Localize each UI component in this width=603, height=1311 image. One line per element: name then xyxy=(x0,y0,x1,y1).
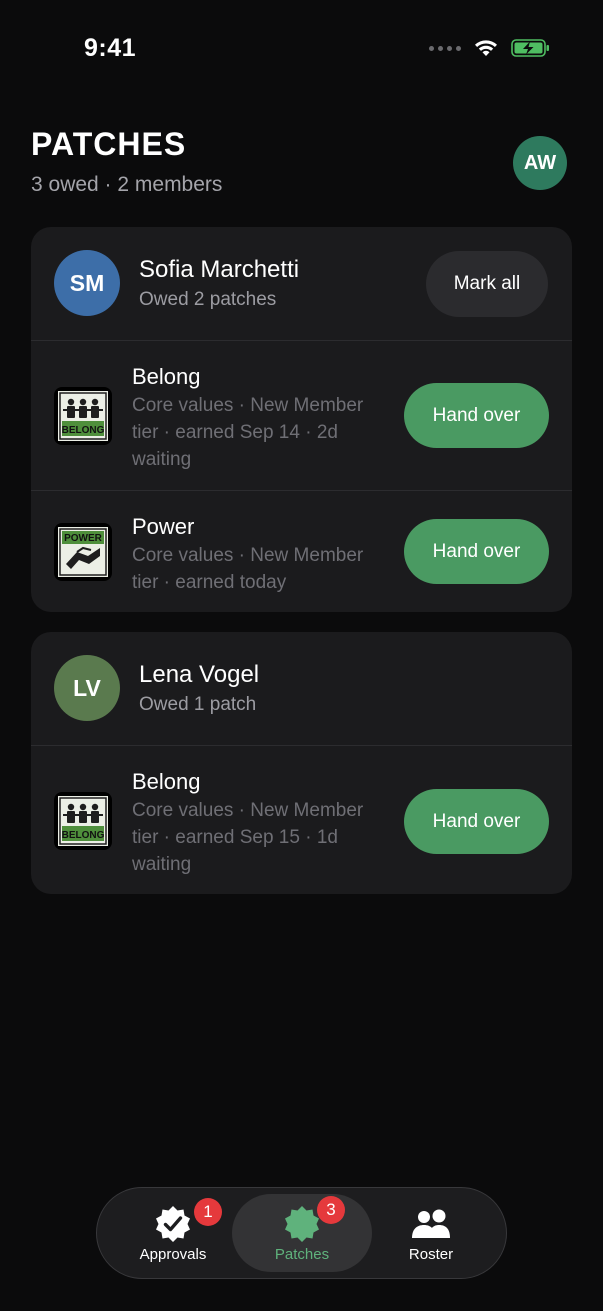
member-owed-count: Owed 2 patches xyxy=(139,289,277,310)
member-avatar: LV xyxy=(54,655,120,721)
bottom-tab-bar: 1 Approvals 3 Patches Roster xyxy=(96,1187,507,1279)
tab-patches[interactable]: 3 Patches xyxy=(232,1194,372,1272)
patch-detail: Core values · New Member tier · earned S… xyxy=(132,395,364,470)
belong-patch-icon: BELONG xyxy=(54,387,112,445)
mark-all-button[interactable]: Mark all xyxy=(426,251,548,317)
patch-icon-text: BELONG xyxy=(62,830,105,841)
page-title: PATCHES xyxy=(31,126,187,162)
tab-roster[interactable]: Roster xyxy=(361,1194,501,1272)
patch-icon-text: BELONG xyxy=(62,425,105,436)
hand-over-button[interactable]: Hand over xyxy=(404,383,549,448)
member-header: LV Lena Vogel Owed 1 patch xyxy=(31,632,572,746)
member-card-sofia-marchetti: SM Sofia Marchetti Owed 2 patches Mark a… xyxy=(31,227,572,612)
patch-name: Belong xyxy=(132,769,201,794)
cellular-signal-icon xyxy=(429,45,461,51)
patch-row: BELONG Belong Core values · New Member t… xyxy=(31,746,572,894)
member-name: Lena Vogel xyxy=(139,661,260,688)
member-avatar: SM xyxy=(54,250,120,316)
member-card-lena-vogel: LV Lena Vogel Owed 1 patch BELONG Belong… xyxy=(31,632,572,894)
status-bar: 9:41 xyxy=(0,0,603,90)
patches-count-badge: 3 xyxy=(317,1196,345,1224)
member-name: Sofia Marchetti xyxy=(139,256,300,283)
member-header: SM Sofia Marchetti Owed 2 patches Mark a… xyxy=(31,227,572,341)
status-icons xyxy=(429,38,551,58)
page-subtitle: 3 owed · 2 members xyxy=(31,173,223,196)
patch-name: Power xyxy=(132,514,195,539)
wifi-icon xyxy=(475,40,497,56)
patch-detail: Core values · New Member tier · earned t… xyxy=(132,545,364,593)
tab-label: Approvals xyxy=(139,1246,207,1263)
patch-row: BELONG Belong Core values · New Member t… xyxy=(31,341,572,491)
member-owed-count: Owed 1 patch xyxy=(139,694,257,715)
hand-over-button[interactable]: Hand over xyxy=(404,519,549,584)
user-avatar[interactable]: AW xyxy=(513,136,567,190)
battery-charging-icon xyxy=(511,39,549,57)
patch-name: Belong xyxy=(132,364,201,389)
approvals-count-badge: 1 xyxy=(194,1198,222,1226)
page-header: PATCHES 3 owed · 2 members AW xyxy=(31,126,571,197)
patch-detail: Core values · New Member tier · earned S… xyxy=(132,800,364,875)
patch-icon-text: POWER xyxy=(64,533,103,544)
power-patch-icon: POWER xyxy=(54,523,112,581)
hand-over-button[interactable]: Hand over xyxy=(404,789,549,854)
people-icon xyxy=(412,1209,450,1238)
patch-badge-icon xyxy=(285,1206,319,1242)
patch-row: POWER Power Core values · New Member tie… xyxy=(31,491,572,612)
status-time: 9:41 xyxy=(84,34,137,62)
tab-approvals[interactable]: 1 Approvals xyxy=(103,1194,243,1272)
tab-label: Roster xyxy=(408,1246,454,1263)
tab-label: Patches xyxy=(274,1246,330,1263)
approvals-check-badge-icon xyxy=(156,1206,190,1242)
belong-patch-icon: BELONG xyxy=(54,792,112,850)
